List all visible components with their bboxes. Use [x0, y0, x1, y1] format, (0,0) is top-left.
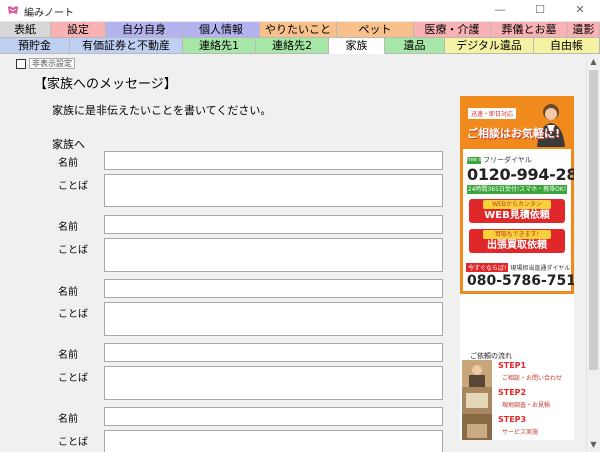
step-photo [462, 387, 492, 414]
free-dial-label: free dialフリーダイヤル [467, 155, 532, 165]
step-desc: 現地調査・お見積 [502, 402, 551, 409]
hide-setting-toggle[interactable]: 非表示設定 [16, 58, 75, 69]
tab-family[interactable]: 家族 [329, 38, 385, 54]
tab-row-1: 表紙 設定 自分自身 個人情報 やりたいこと ペット 医療・介護 葬儀とお墓 遺… [0, 22, 600, 38]
name-field[interactable] [104, 279, 443, 298]
vertical-scrollbar[interactable]: ▲ ▼ [586, 55, 600, 452]
words-label: ことば [58, 373, 88, 384]
app-icon [8, 6, 18, 14]
words-field[interactable] [104, 302, 443, 336]
web-estimate-sub: WEBからカンタン [483, 200, 551, 209]
tab-savings[interactable]: 預貯金 [0, 38, 70, 54]
tab-self[interactable]: 自分自身 [106, 22, 183, 38]
name-label: 名前 [58, 350, 78, 361]
tab-contacts-1[interactable]: 連絡先1 [183, 38, 256, 54]
onsite-purchase-sub: 買取もできます! [483, 230, 551, 239]
onsite-purchase-button[interactable]: 買取もできます! 出張買取依頼 [469, 229, 565, 253]
ad-slogan: ご相談はお気軽に! [467, 127, 561, 140]
tab-personal-info[interactable]: 個人情報 [183, 22, 260, 38]
free-dial-number[interactable]: 0120-994-287 [467, 165, 574, 184]
step-name: STEP2 [498, 388, 527, 397]
free-dial-icon: free dial [467, 156, 488, 164]
tab-portrait[interactable]: 遺影 [568, 22, 600, 38]
tab-settings[interactable]: 設定 [51, 22, 106, 38]
tab-funeral-grave[interactable]: 葬儀とお墓 [491, 22, 568, 38]
step-photo [462, 414, 492, 440]
hours-note: 24時間365日受付!スマホ・携帯OK! [467, 185, 567, 194]
ad-contact-panel: 迅速・即日対応 ご相談はお気軽に! free dialフリーダイヤル 0120-… [460, 96, 574, 294]
tab-contacts-2[interactable]: 連絡先2 [256, 38, 329, 54]
step-name: STEP1 [498, 361, 527, 370]
words-label: ことば [58, 245, 88, 256]
minimize-button[interactable]: — [480, 0, 520, 21]
name-label: 名前 [58, 287, 78, 298]
name-field[interactable] [104, 215, 443, 234]
tab-cover[interactable]: 表紙 [0, 22, 51, 38]
flow-step: STEP2 現地調査・お見積 [462, 387, 570, 414]
scroll-up-icon[interactable]: ▲ [587, 55, 600, 69]
ad-banner[interactable]: 迅速・即日対応 ご相談はお気軽に! free dialフリーダイヤル 0120-… [460, 96, 574, 440]
flow-step: STEP1 ご相談・お問い合わせ [462, 360, 570, 387]
direct-dial-text: 現場担当直通ダイヤル [510, 265, 571, 272]
step-name: STEP3 [498, 415, 527, 424]
step-photo [462, 360, 492, 387]
direct-dial-number[interactable]: 080-5786-7510 [467, 273, 574, 289]
ad-header: 迅速・即日対応 ご相談はお気軽に! [463, 99, 571, 149]
tab-wishes[interactable]: やりたいこと [260, 22, 337, 38]
ad-badge: 迅速・即日対応 [468, 108, 517, 119]
maximize-button[interactable]: ☐ [520, 0, 560, 21]
name-label: 名前 [58, 414, 78, 425]
words-field[interactable] [104, 430, 443, 452]
free-dial-text: フリーダイヤル [483, 156, 532, 164]
hide-setting-label: 非表示設定 [29, 58, 75, 69]
name-field[interactable] [104, 407, 443, 426]
tab-medical-care[interactable]: 医療・介護 [414, 22, 491, 38]
window-title: 編みノート [24, 8, 74, 19]
tab-free-notes[interactable]: 自由帳 [534, 38, 600, 54]
instruction-text: 家族に是非伝えたいことを書いてください。 [52, 104, 272, 117]
flow-step: STEP3 サービス実施 [462, 414, 570, 440]
close-button[interactable]: ✕ [560, 0, 600, 21]
tab-pet[interactable]: ペット [337, 22, 414, 38]
words-field[interactable] [104, 238, 443, 272]
tab-belongings[interactable]: 遺品 [385, 38, 445, 54]
web-estimate-button[interactable]: WEBからカンタン WEB見積依頼 [469, 199, 565, 223]
name-label: 名前 [58, 222, 78, 233]
section-title: 【家族へのメッセージ】 [34, 77, 177, 92]
words-label: ことば [58, 309, 88, 320]
direct-dial-badge: 今すぐならば! [466, 263, 509, 272]
web-estimate-label: WEB見積依頼 [484, 210, 550, 221]
words-label: ことば [58, 437, 88, 448]
name-field[interactable] [104, 151, 443, 170]
step-desc: ご相談・お問い合わせ [502, 375, 563, 382]
words-label: ことば [58, 181, 88, 192]
family-label: 家族へ [52, 138, 85, 151]
tab-digital-belongings[interactable]: デジタル遺品 [445, 38, 534, 54]
step-desc: サービス実施 [502, 429, 539, 436]
hide-setting-checkbox[interactable] [16, 58, 26, 69]
page-content: 非表示設定 【家族へのメッセージ】 家族に是非伝えたいことを書いてください。 家… [0, 55, 586, 452]
scroll-thumb[interactable] [589, 70, 598, 370]
scroll-down-icon[interactable]: ▼ [587, 438, 600, 452]
title-bar: 編みノート — ☐ ✕ [0, 0, 600, 22]
tab-row-2: 預貯金 有価証券と不動産 連絡先1 連絡先2 家族 遺品 デジタル遺品 自由帳 [0, 38, 600, 54]
words-field[interactable] [104, 366, 443, 400]
words-field[interactable] [104, 174, 443, 207]
name-label: 名前 [58, 158, 78, 169]
onsite-purchase-label: 出張買取依頼 [487, 240, 547, 251]
tab-securities-realestate[interactable]: 有価証券と不動産 [70, 38, 183, 54]
direct-dial-label: 今すぐならば! 現場担当直通ダイヤル [466, 263, 570, 272]
name-field[interactable] [104, 343, 443, 362]
